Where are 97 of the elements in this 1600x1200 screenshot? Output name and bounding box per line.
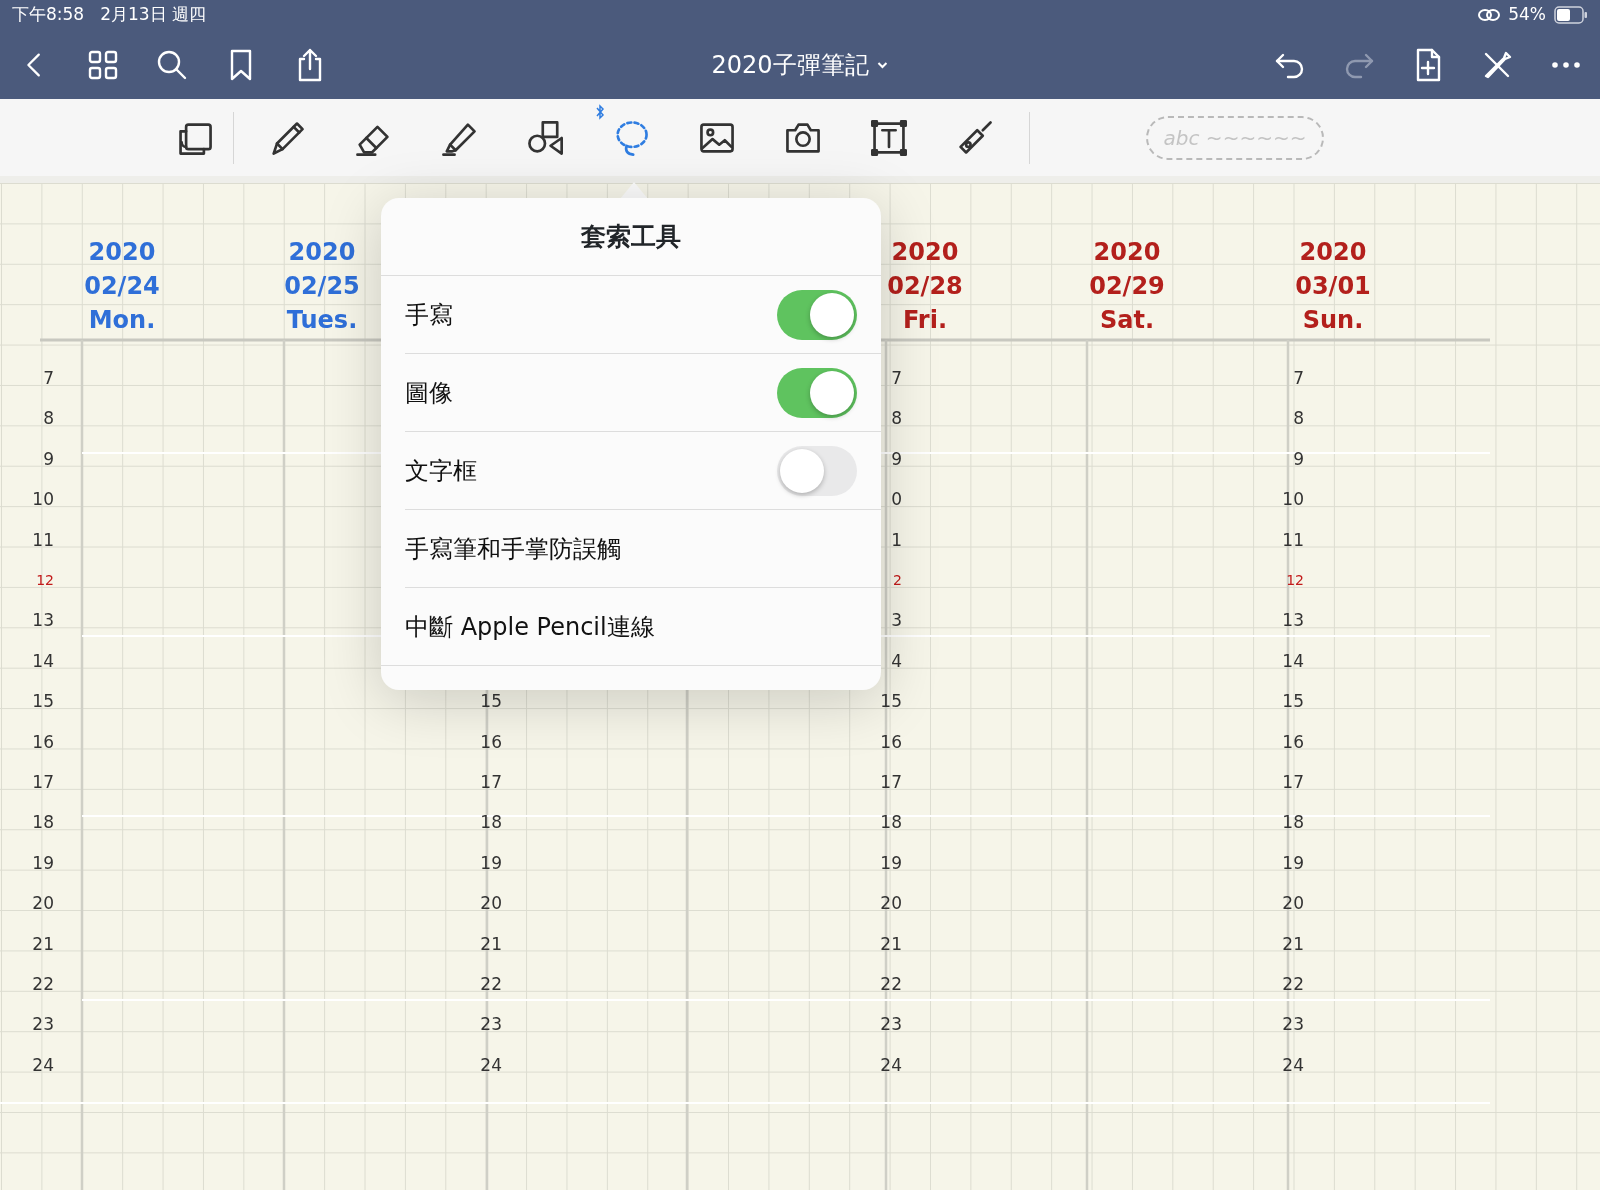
hour-label: 20 [479, 893, 502, 914]
hour-label: 9 [42, 448, 54, 469]
year-label: 2020 [1298, 237, 1368, 268]
hour-label: 7 [42, 368, 54, 388]
hour-label: 20 [1281, 893, 1304, 914]
menu-item[interactable]: 中斷 Apple Pencil連線 [381, 608, 655, 645]
hour-label: 9 [1292, 448, 1304, 469]
hour-label: 23 [1281, 1014, 1304, 1035]
hour-label: 16 [879, 731, 902, 752]
title-dropdown[interactable]: 2020子彈筆記 [705, 45, 895, 84]
date-label: 02/29 [1088, 271, 1166, 302]
hour-label: 14 [31, 650, 54, 671]
battery-icon [1554, 6, 1588, 24]
hour-label: 15 [879, 691, 902, 712]
option-label: 圖像 [405, 377, 453, 409]
hour-label: 23 [879, 1014, 902, 1035]
status-date: 2月13日 週四 [100, 3, 207, 27]
hour-label: 17 [479, 772, 502, 792]
hour-label: 8 [890, 408, 902, 429]
hour-label: 24 [879, 1054, 902, 1075]
hour-label: 18 [1281, 812, 1304, 833]
hour-label: 24 [479, 1054, 502, 1075]
hour-label: 16 [31, 731, 54, 752]
hour-label: 22 [1281, 974, 1304, 994]
status-time: 下午8:58 [12, 3, 85, 27]
hour-label: 1 [890, 529, 902, 550]
hour-label: 8 [1292, 408, 1304, 429]
link-icon [1478, 8, 1501, 22]
hour-label: 15 [1281, 691, 1304, 712]
hour-label: 4 [890, 650, 902, 671]
year-label: 2020 [287, 237, 357, 268]
hour-label: 22 [479, 974, 502, 994]
hour-label: 3 [890, 610, 902, 631]
hour-label: 21 [31, 933, 54, 954]
hour-label: 19 [31, 852, 54, 873]
hour-label: 12 [35, 571, 54, 590]
hour-label: 18 [31, 812, 54, 833]
hour-label: 17 [879, 772, 902, 792]
hour-label: 22 [31, 974, 54, 994]
hour-label: 11 [31, 529, 54, 550]
hour-label: 11 [1281, 529, 1304, 550]
hour-label: 24 [31, 1054, 54, 1075]
hour-label: 16 [479, 731, 502, 752]
hour-label: 24 [1281, 1054, 1304, 1075]
year-label: 2020 [1092, 237, 1162, 268]
hour-label: 20 [879, 893, 902, 914]
date-label: 02/25 [283, 271, 361, 302]
hour-label: 10 [31, 489, 54, 510]
hour-label: 23 [31, 1014, 54, 1035]
hour-label: 0 [890, 489, 902, 510]
textbox-icon[interactable] [869, 117, 909, 158]
hour-label: 2 [892, 571, 902, 590]
hour-label: 8 [42, 408, 54, 429]
weekday-label: Sun. [1301, 305, 1365, 336]
hour-label: 15 [31, 691, 54, 712]
option-label: 手寫 [405, 299, 453, 331]
hour-label: 19 [1281, 852, 1304, 873]
weekday-label: Fri. [901, 305, 948, 336]
hour-label: 20 [31, 893, 54, 914]
hour-label: 12 [1285, 571, 1304, 590]
hour-label: 18 [479, 812, 502, 833]
hour-label: 21 [1281, 933, 1304, 954]
hour-label: 21 [879, 933, 902, 954]
date-label: 02/24 [83, 271, 161, 302]
hour-label: 14 [1281, 650, 1304, 671]
caret-icon [876, 60, 889, 69]
hour-label: 18 [879, 812, 902, 833]
hour-label: 22 [879, 974, 902, 994]
hour-label: 9 [890, 448, 902, 469]
hour-label: 13 [1281, 610, 1304, 631]
weekday-label: Sat. [1098, 305, 1156, 336]
toggle-switch[interactable] [777, 289, 857, 340]
hour-label: 13 [31, 610, 54, 631]
bluetooth-icon [595, 103, 605, 120]
menu-item[interactable]: 手寫筆和手掌防誤觸 [405, 530, 621, 567]
hour-label: 19 [479, 852, 502, 873]
hour-label: 17 [31, 772, 54, 792]
toggle-switch[interactable] [777, 367, 857, 418]
hour-label: 15 [479, 691, 502, 712]
weekday-label: Mon. [87, 305, 157, 336]
date-label: 02/28 [886, 271, 964, 302]
weekday-label: Tues. [285, 305, 359, 336]
hour-label: 21 [479, 933, 502, 954]
hour-label: 17 [1281, 772, 1304, 792]
year-label: 2020 [890, 237, 960, 268]
hour-label: 10 [1281, 489, 1304, 510]
hour-label: 7 [890, 368, 902, 388]
popover-title: 套索工具 [581, 220, 681, 253]
hour-label: 23 [479, 1014, 502, 1035]
hour-label: 16 [1281, 731, 1304, 752]
hour-label: 7 [1292, 368, 1304, 388]
date-label: 03/01 [1294, 271, 1372, 302]
toggle-switch[interactable] [777, 445, 857, 496]
year-label: 2020 [87, 237, 157, 268]
battery-percent: 54% [1508, 3, 1546, 27]
hour-label: 19 [879, 852, 902, 873]
option-label: 文字框 [405, 455, 477, 487]
